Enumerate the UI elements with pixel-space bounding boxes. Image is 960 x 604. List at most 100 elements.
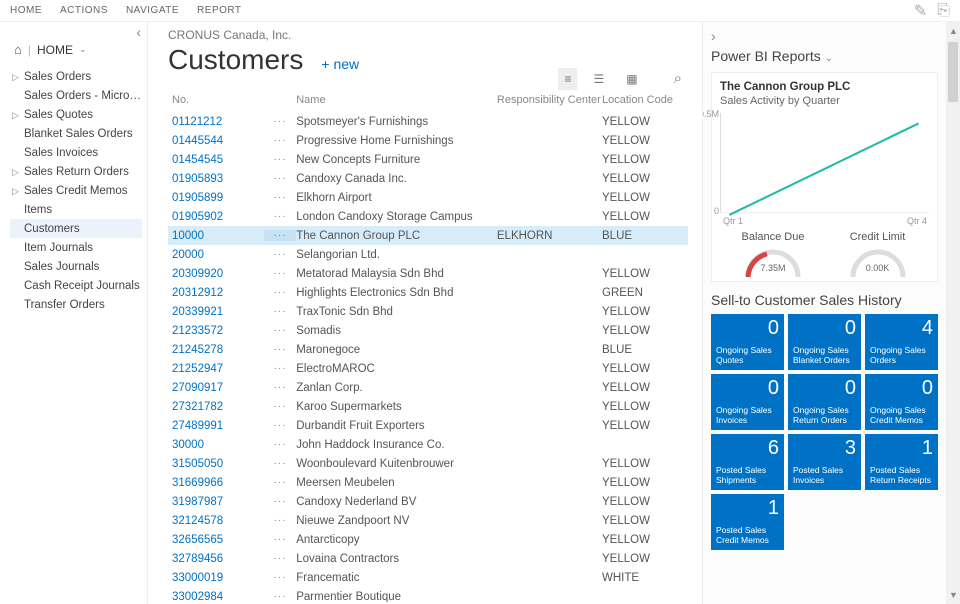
table-row[interactable]: 01445544···Progressive Home FurnishingsY… — [168, 131, 688, 150]
table-row[interactable]: 01905899···Elkhorn AirportYELLOW — [168, 188, 688, 207]
row-actions-icon[interactable]: ··· — [264, 572, 296, 583]
col-name[interactable]: Name — [296, 94, 497, 106]
view-tiles-icon[interactable]: ▦ — [620, 68, 643, 90]
cell-no[interactable]: 01905902 — [168, 211, 264, 223]
row-actions-icon[interactable]: ··· — [264, 534, 296, 545]
menu-actions[interactable]: ACTIONS — [60, 5, 108, 16]
history-tile[interactable]: 3Posted Sales Invoices — [788, 434, 861, 490]
row-actions-icon[interactable]: ··· — [264, 496, 296, 507]
links-icon[interactable]: ⎘ — [937, 2, 950, 20]
table-row[interactable]: 30000···John Haddock Insurance Co. — [168, 435, 688, 454]
nav-item[interactable]: Item Journals — [10, 238, 142, 257]
cell-no[interactable]: 20339921 — [168, 306, 264, 318]
history-tile[interactable]: 0Ongoing Sales Credit Memos — [865, 374, 938, 430]
table-row[interactable]: 01121212···Spotsmeyer's FurnishingsYELLO… — [168, 112, 688, 131]
new-button[interactable]: + new — [321, 56, 359, 72]
nav-item[interactable]: ▷Sales Quotes — [10, 105, 142, 124]
history-tile[interactable]: 0Ongoing Sales Invoices — [711, 374, 784, 430]
panel-scrollbar[interactable]: ▲ ▼ — [946, 22, 960, 604]
powerbi-heading[interactable]: Power BI Reports ⌄ — [711, 48, 938, 64]
notes-icon[interactable]: ✎ — [914, 1, 927, 21]
table-row[interactable]: 21252947···ElectroMAROCYELLOW — [168, 359, 688, 378]
table-row[interactable]: 01454545···New Concepts FurnitureYELLOW — [168, 150, 688, 169]
table-row[interactable]: 20312912···Highlights Electronics Sdn Bh… — [168, 283, 688, 302]
row-actions-icon[interactable]: ··· — [264, 135, 296, 146]
menu-home[interactable]: HOME — [10, 5, 42, 16]
cell-no[interactable]: 32656565 — [168, 534, 264, 546]
panel-expand-icon[interactable]: › — [711, 28, 938, 44]
cell-no[interactable]: 27321782 — [168, 401, 264, 413]
table-row[interactable]: 10000···The Cannon Group PLCELKHORNBLUE — [168, 226, 688, 245]
cell-no[interactable]: 01905893 — [168, 173, 264, 185]
table-row[interactable]: 31987987···Candoxy Nederland BVYELLOW — [168, 492, 688, 511]
table-row[interactable]: 20339921···TraxTonic Sdn BhdYELLOW — [168, 302, 688, 321]
row-actions-icon[interactable]: ··· — [264, 420, 296, 431]
table-row[interactable]: 27321782···Karoo SupermarketsYELLOW — [168, 397, 688, 416]
table-row[interactable]: 32656565···AntarcticopyYELLOW — [168, 530, 688, 549]
cell-no[interactable]: 20312912 — [168, 287, 264, 299]
cell-no[interactable]: 20309920 — [168, 268, 264, 280]
row-actions-icon[interactable]: ··· — [264, 287, 296, 298]
cell-no[interactable]: 33002984 — [168, 591, 264, 603]
nav-item[interactable]: ▷Sales Return Orders — [10, 162, 142, 181]
row-actions-icon[interactable]: ··· — [264, 458, 296, 469]
table-row[interactable]: 21245278···MaronegoceBLUE — [168, 340, 688, 359]
nav-item[interactable]: Sales Invoices — [10, 143, 142, 162]
cell-no[interactable]: 27489991 — [168, 420, 264, 432]
cell-no[interactable]: 30000 — [168, 439, 264, 451]
history-tile[interactable]: 0Ongoing Sales Blanket Orders — [788, 314, 861, 370]
cell-no[interactable]: 21233572 — [168, 325, 264, 337]
table-row[interactable]: 27489991···Durbandit Fruit ExportersYELL… — [168, 416, 688, 435]
nav-collapse-icon[interactable]: ‹ — [136, 24, 141, 40]
cell-no[interactable]: 20000 — [168, 249, 264, 261]
cell-no[interactable]: 27090917 — [168, 382, 264, 394]
history-tile[interactable]: 6Posted Sales Shipments — [711, 434, 784, 490]
history-tile[interactable]: 0Ongoing Sales Return Orders — [788, 374, 861, 430]
row-actions-icon[interactable]: ··· — [264, 553, 296, 564]
table-row[interactable]: 31669966···Meersen MeubelenYELLOW — [168, 473, 688, 492]
table-row[interactable]: 32789456···Lovaina ContractorsYELLOW — [168, 549, 688, 568]
row-actions-icon[interactable]: ··· — [264, 249, 296, 260]
row-actions-icon[interactable]: ··· — [264, 116, 296, 127]
row-actions-icon[interactable]: ··· — [264, 173, 296, 184]
cell-no[interactable]: 31987987 — [168, 496, 264, 508]
cell-no[interactable]: 32124578 — [168, 515, 264, 527]
menu-report[interactable]: REPORT — [197, 5, 242, 16]
row-actions-icon[interactable]: ··· — [264, 477, 296, 488]
nav-home[interactable]: ⌂ | HOME ⌄ — [14, 42, 147, 57]
table-row[interactable]: 32124578···Nieuwe Zandpoort NVYELLOW — [168, 511, 688, 530]
history-tile[interactable]: 4Ongoing Sales Orders — [865, 314, 938, 370]
view-tall-icon[interactable]: ☰ — [587, 68, 610, 90]
row-actions-icon[interactable]: ··· — [264, 401, 296, 412]
col-responsibility[interactable]: Responsibility Center — [497, 94, 602, 106]
row-actions-icon[interactable]: ··· — [264, 306, 296, 317]
scroll-down-icon[interactable]: ▼ — [949, 590, 958, 600]
table-row[interactable]: 01905902···London Candoxy Storage Campus… — [168, 207, 688, 226]
cell-no[interactable]: 21245278 — [168, 344, 264, 356]
cell-no[interactable]: 10000 — [168, 230, 264, 242]
nav-item[interactable]: Transfer Orders — [10, 295, 142, 314]
row-actions-icon[interactable]: ··· — [264, 344, 296, 355]
nav-item[interactable]: Customers — [10, 219, 142, 238]
cell-no[interactable]: 32789456 — [168, 553, 264, 565]
row-actions-icon[interactable]: ··· — [264, 192, 296, 203]
row-actions-icon[interactable]: ··· — [264, 515, 296, 526]
scroll-up-icon[interactable]: ▲ — [949, 26, 958, 36]
row-actions-icon[interactable]: ··· — [264, 230, 296, 241]
row-actions-icon[interactable]: ··· — [264, 154, 296, 165]
history-tile[interactable]: 1Posted Sales Credit Memos — [711, 494, 784, 550]
cell-no[interactable]: 31669966 — [168, 477, 264, 489]
nav-item[interactable]: ▷Sales Credit Memos — [10, 181, 142, 200]
scroll-thumb[interactable] — [948, 42, 958, 102]
table-row[interactable]: 20309920···Metatorad Malaysia Sdn BhdYEL… — [168, 264, 688, 283]
nav-item[interactable]: ▷Sales Orders — [10, 67, 142, 86]
nav-item[interactable]: Sales Orders - Microsoft Dy... — [10, 86, 142, 105]
cell-no[interactable]: 01121212 — [168, 116, 264, 128]
cell-no[interactable]: 21252947 — [168, 363, 264, 375]
nav-item[interactable]: Cash Receipt Journals — [10, 276, 142, 295]
row-actions-icon[interactable]: ··· — [264, 382, 296, 393]
table-row[interactable]: 33000019···FrancematicWHITE — [168, 568, 688, 587]
history-tile[interactable]: 0Ongoing Sales Quotes — [711, 314, 784, 370]
menu-navigate[interactable]: NAVIGATE — [126, 5, 179, 16]
view-list-icon[interactable]: ≡ — [558, 68, 577, 90]
